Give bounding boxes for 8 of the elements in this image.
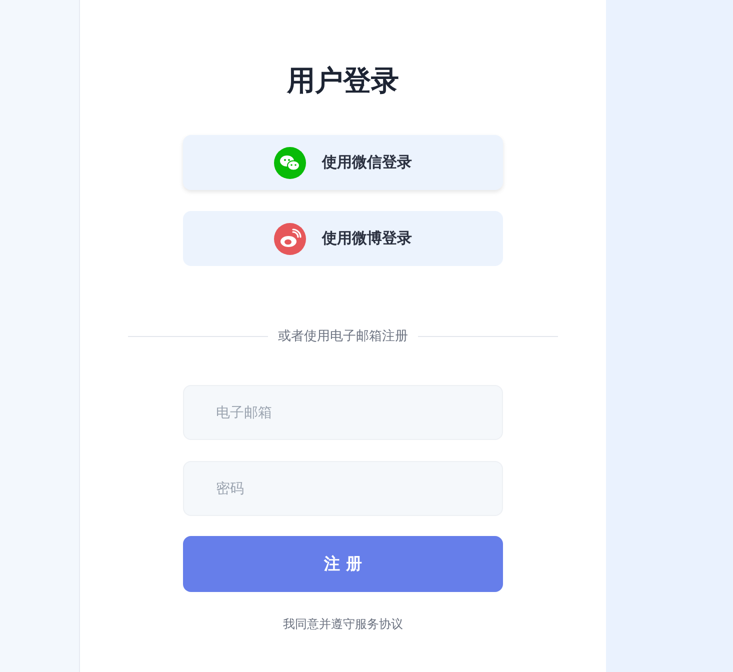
divider-text: 或者使用电子邮箱注册 [278,328,408,345]
page-title: 用户登录 [287,63,399,99]
weibo-login-button[interactable]: 使用微博登录 [183,211,503,266]
email-field[interactable]: 电子邮箱 [183,385,503,440]
wechat-login-button[interactable]: 使用微信登录 [183,135,503,190]
agreement-text: 我同意并遵守服务协议 [283,616,403,633]
password-field[interactable]: 密码 [183,461,503,516]
register-button[interactable]: 注 册 [183,536,503,592]
